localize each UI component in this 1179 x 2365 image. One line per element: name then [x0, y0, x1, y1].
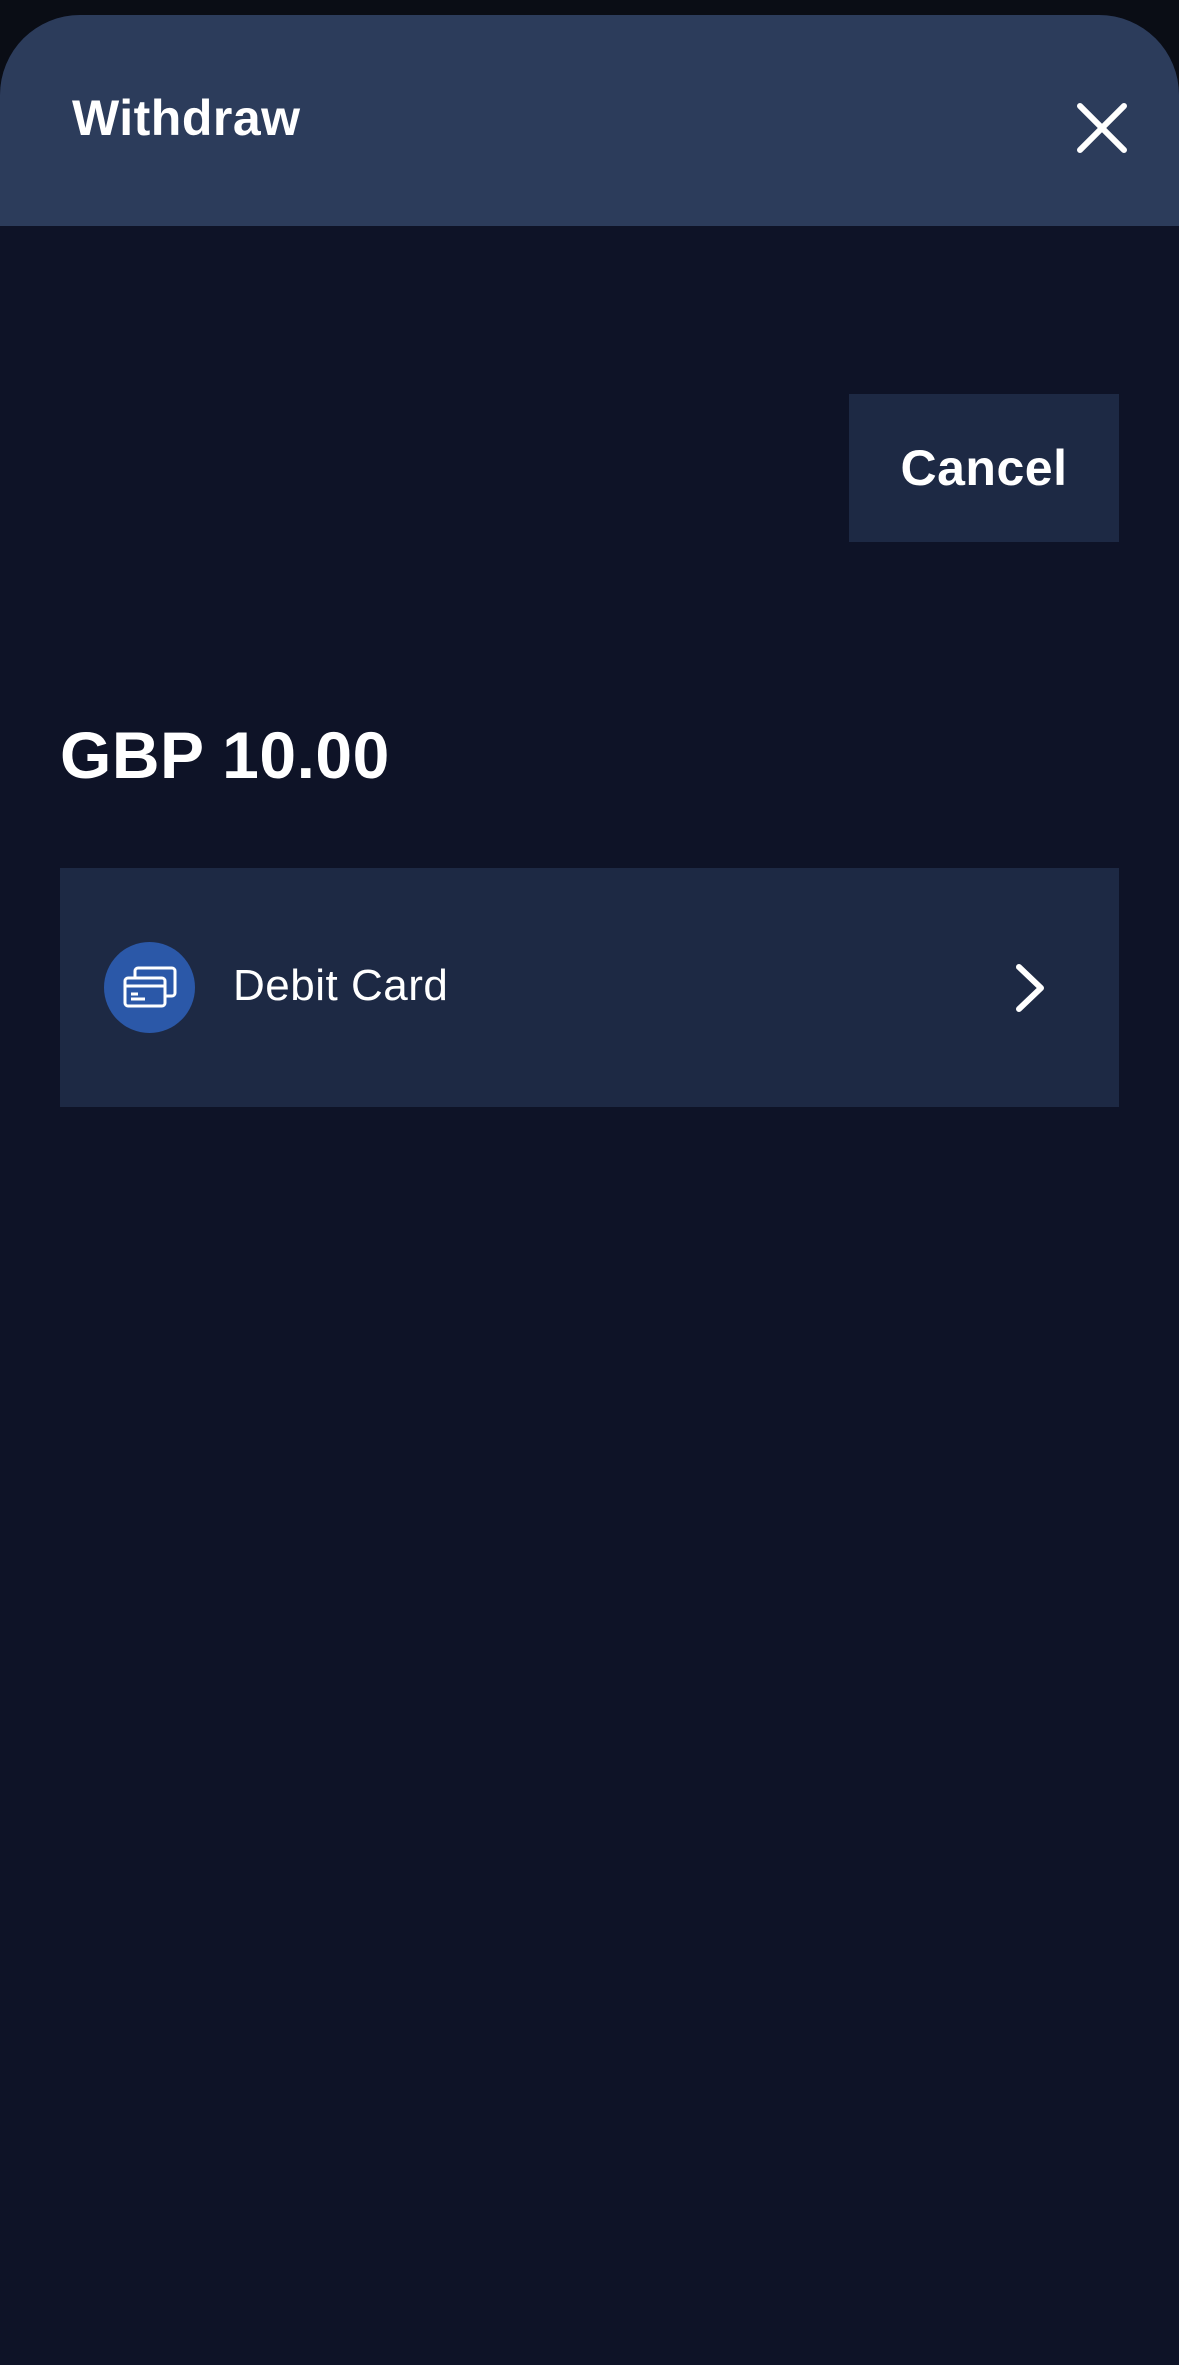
chevron-right-icon	[1013, 963, 1047, 1013]
cancel-button[interactable]: Cancel	[849, 394, 1119, 542]
close-button[interactable]	[1072, 98, 1132, 158]
credit-card-icon	[104, 942, 195, 1033]
close-icon	[1077, 103, 1127, 153]
sheet-title: Withdraw	[72, 90, 301, 146]
sheet-header: Withdraw	[0, 15, 1179, 226]
withdraw-sheet: Withdraw Cancel GBP 10.00 Debit Card	[0, 15, 1179, 2365]
screen: Withdraw Cancel GBP 10.00 Debit Card	[0, 0, 1179, 2365]
withdraw-amount: GBP 10.00	[60, 718, 390, 792]
payment-method-label: Debit Card	[233, 961, 449, 1010]
payment-method-debit-card[interactable]: Debit Card	[60, 868, 1119, 1107]
